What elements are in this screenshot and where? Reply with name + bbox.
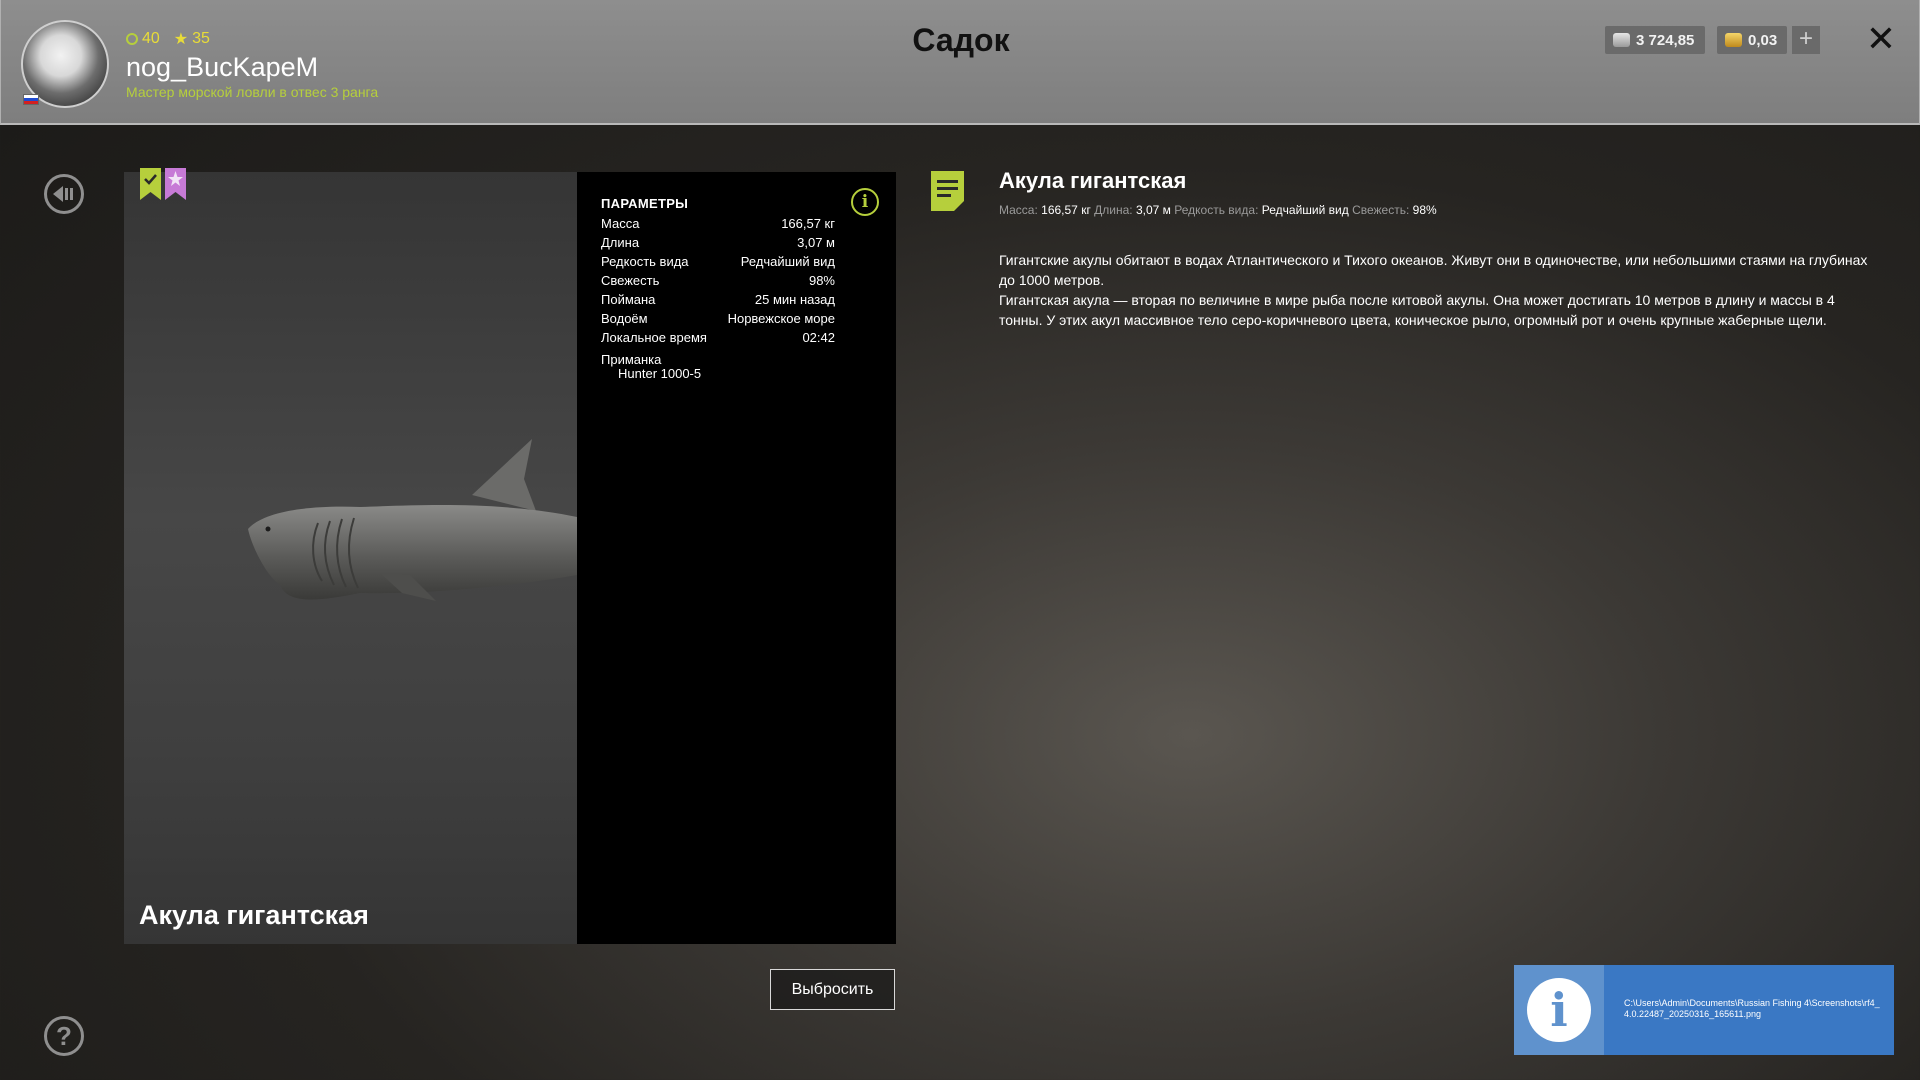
param-label: Водоём <box>601 311 648 326</box>
level-value: 40 <box>142 30 160 47</box>
param-value: 25 мин назад <box>754 292 835 307</box>
gold-value: 0,03 <box>1748 31 1778 49</box>
level-ring-icon <box>126 33 138 45</box>
param-label: Редкость вида <box>601 254 689 269</box>
player-rank: Мастер морской ловли в отвес 3 ранга <box>126 84 379 100</box>
param-row-rarity: Редкость вида Редчайший вид <box>601 254 835 269</box>
description-paragraph: Гигантская акула — вторая по величине в … <box>999 292 1835 328</box>
gold-balance: 0,03 <box>1717 26 1787 54</box>
silver-balance: 3 724,85 <box>1605 26 1705 54</box>
description-stats: Масса: 166,57 кг Длина: 3,07 м Редкость … <box>999 203 1437 217</box>
level-stat: 40 <box>126 30 160 48</box>
stat-freshness-value: 98% <box>1412 203 1437 217</box>
param-row-mass: Масса 166,57 кг <box>601 216 835 231</box>
param-value: 3,07 м <box>797 235 835 250</box>
param-label: Масса <box>601 216 640 231</box>
stat-mass-label: Масса: <box>999 203 1038 217</box>
param-label: Локальное время <box>601 330 707 345</box>
toast-icon-box: i <box>1514 965 1604 1055</box>
gold-coin-icon <box>1725 33 1742 47</box>
stat-length-label: Длина: <box>1094 203 1133 217</box>
screenshot-notification[interactable]: i C:\Users\Admin\Documents\Russian Fishi… <box>1514 965 1894 1055</box>
add-currency-button[interactable]: + <box>1792 26 1820 54</box>
description-title: Акула гигантская <box>999 168 1187 193</box>
param-value: 02:42 <box>802 330 835 345</box>
stars-value: 35 <box>192 30 210 47</box>
screenshot-path: C:\Users\Admin\Documents\Russian Fishing… <box>1624 998 1880 1019</box>
stars-stat: ★ 35 <box>174 29 210 49</box>
param-value: Редчайший вид <box>740 254 835 269</box>
param-row-waterbody: Водоём Норвежское море <box>601 311 835 326</box>
param-value: 166,57 кг <box>781 216 835 231</box>
param-value-bait: Hunter 1000-5 <box>618 366 702 381</box>
param-label: Свежесть <box>601 273 660 288</box>
back-icon <box>53 186 73 202</box>
discard-button[interactable]: Выбросить <box>770 969 895 1010</box>
param-row-caught: Поймана 25 мин назад <box>601 292 835 307</box>
param-label-bait: Приманка <box>601 352 662 367</box>
parameters-title: ПАРАМЕТРЫ <box>601 196 689 211</box>
back-button[interactable] <box>44 174 84 214</box>
param-row-local-time: Локальное время 02:42 <box>601 330 835 345</box>
param-value: Норвежское море <box>727 311 835 326</box>
param-value: 98% <box>808 273 835 288</box>
stat-rarity-label: Редкость вида: <box>1174 203 1259 217</box>
param-row-freshness: Свежесть 98% <box>601 273 835 288</box>
stat-freshness-label: Свежесть: <box>1352 203 1410 217</box>
flag-russia-icon <box>23 94 39 105</box>
silver-value: 3 724,85 <box>1636 31 1695 49</box>
description-paragraph: Гигантские акулы обитают в водах Атланти… <box>999 252 1868 288</box>
silver-coin-icon <box>1613 33 1630 47</box>
trophy-check-badge-icon <box>140 168 161 200</box>
param-label: Поймана <box>601 292 656 307</box>
stat-length-value: 3,07 м <box>1135 203 1171 217</box>
stat-rarity-value: Редчайший вид <box>1261 203 1349 217</box>
unique-star-badge-icon <box>165 168 186 200</box>
param-label: Длина <box>601 235 640 250</box>
param-row-length: Длина 3,07 м <box>601 235 835 250</box>
close-icon[interactable]: ✕ <box>1865 21 1897 57</box>
username: nog_BucKapeM <box>126 52 319 82</box>
info-icon: i <box>1527 978 1591 1042</box>
description-text: Гигантские акулы обитают в водах Атланти… <box>999 250 1869 330</box>
parameters-panel: ПАРАМЕТРЫ i Масса 166,57 кг Длина 3,07 м… <box>577 172 896 944</box>
info-icon[interactable]: i <box>851 188 879 216</box>
star-icon: ★ <box>173 31 189 48</box>
help-icon[interactable]: ? <box>44 1016 84 1056</box>
stat-mass-value: 166,57 кг <box>1041 203 1091 217</box>
top-bar: 40 ★ 35 nog_BucKapeM Мастер морской ловл… <box>0 0 1920 125</box>
fish-name-caption: Акула гигантская <box>139 900 369 930</box>
player-stats: 40 ★ 35 <box>126 29 210 49</box>
note-icon <box>931 171 964 211</box>
